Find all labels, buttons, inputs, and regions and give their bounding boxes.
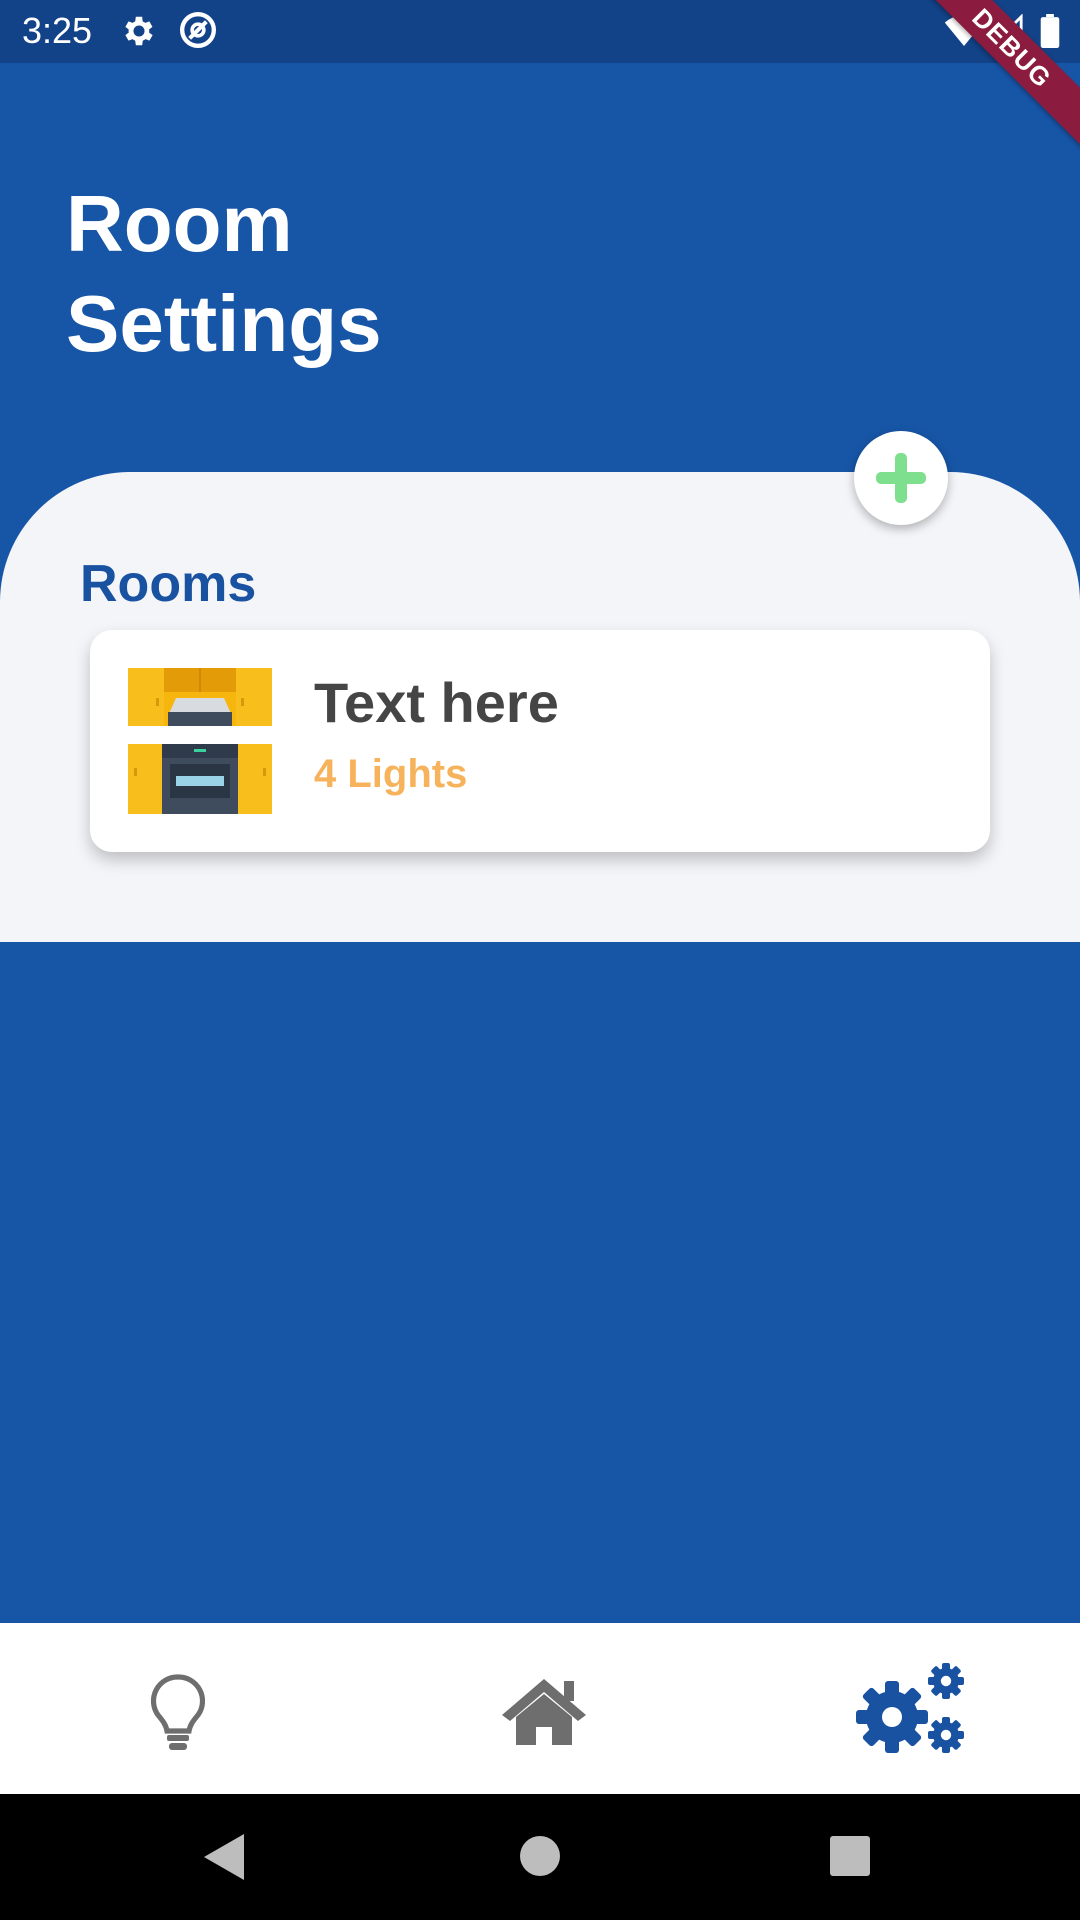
- battery-icon: [1040, 14, 1060, 48]
- room-lights-count: 4 Lights: [314, 752, 468, 796]
- room-name: Text here: [314, 671, 559, 734]
- rooms-panel: Rooms Text here 4 Lights: [0, 472, 1080, 942]
- nav-item-lights[interactable]: [0, 1623, 360, 1794]
- add-room-button[interactable]: [854, 431, 948, 525]
- settings-gears-icon: [856, 1663, 964, 1753]
- kitchen-illustration: [128, 668, 272, 814]
- plus-icon: [876, 453, 926, 503]
- nav-item-settings[interactable]: [720, 1623, 1080, 1794]
- status-bar: 3:25: [0, 0, 1080, 63]
- home-icon: [502, 1679, 586, 1745]
- gear-icon: [125, 16, 153, 46]
- page-title: Room Settings: [66, 179, 382, 368]
- status-time: 3:25: [22, 10, 93, 51]
- lightbulb-icon: [150, 1674, 206, 1750]
- back-icon[interactable]: [204, 1834, 244, 1880]
- room-settings-screen: 3:25 DEBUG Room Settings Rooms Text here…: [0, 0, 1080, 1920]
- nav-item-home[interactable]: [360, 1623, 720, 1794]
- home-circle-icon[interactable]: [520, 1836, 560, 1876]
- recents-icon[interactable]: [830, 1836, 870, 1876]
- system-navigation-bar: [0, 1794, 1080, 1920]
- bottom-navigation: [0, 1623, 1080, 1794]
- at-sign-icon: [180, 12, 216, 48]
- room-card[interactable]: Text here 4 Lights: [90, 630, 990, 852]
- rooms-heading: Rooms: [80, 555, 257, 613]
